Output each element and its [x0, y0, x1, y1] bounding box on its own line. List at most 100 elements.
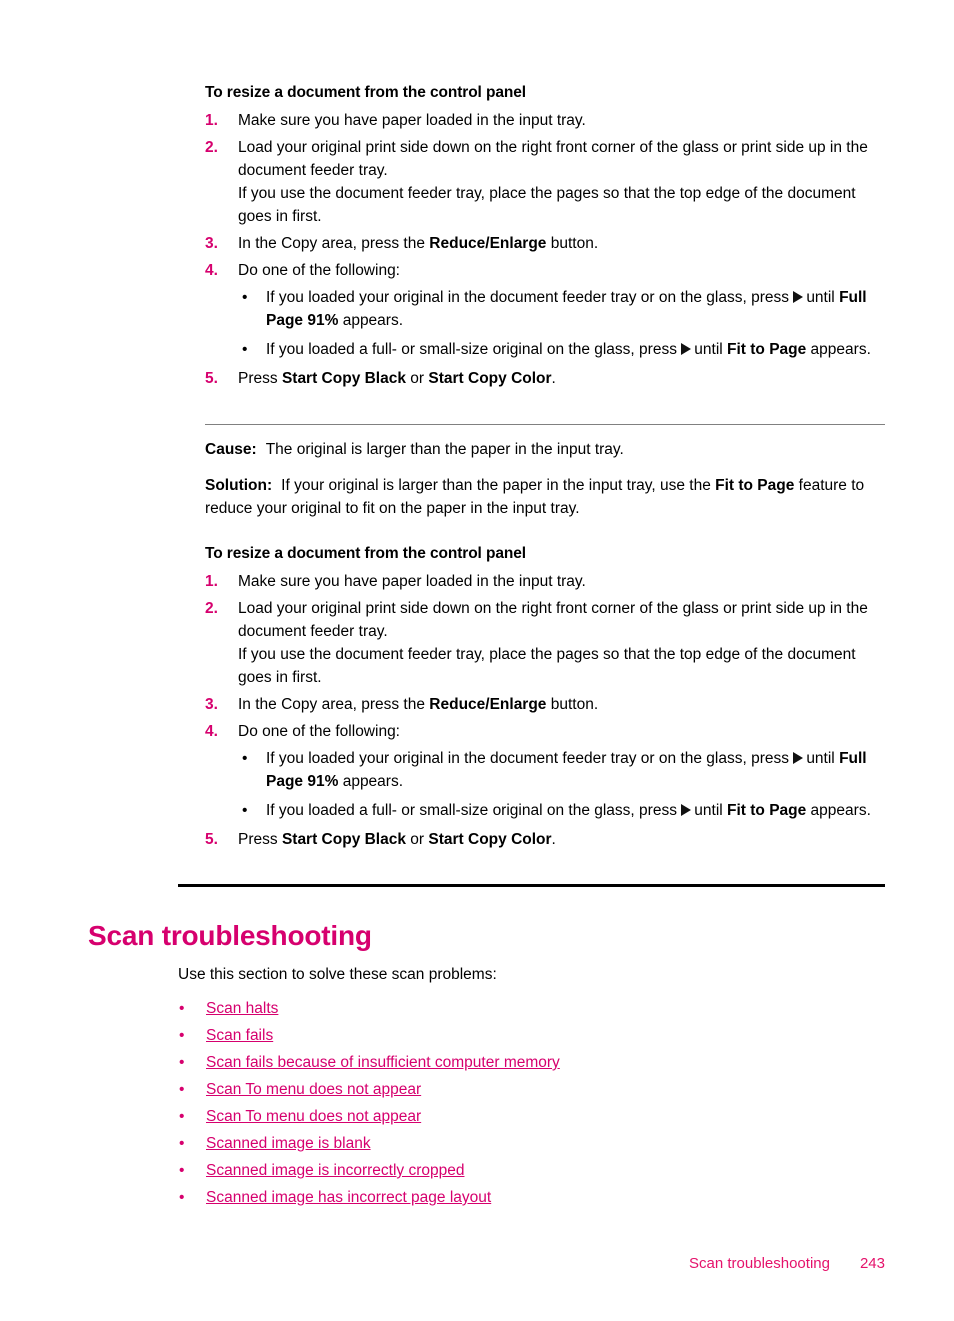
list-item: • Scan fails because of insufficient com…	[178, 1049, 878, 1076]
step-item-1: 1. Make sure you have paper loaded in th…	[205, 570, 887, 593]
step-item-3: 3. In the Copy area, press the Reduce/En…	[205, 693, 887, 716]
step-text-post: .	[551, 831, 556, 848]
sub-bullet-item: • If you loaded your original in the docu…	[238, 747, 887, 793]
step-number: 2.	[205, 139, 218, 156]
step-number: 1.	[205, 573, 218, 590]
sub-bullet-pre: If you loaded your original in the docum…	[266, 750, 794, 767]
sub-bullet-pre: If you loaded a full- or small-size orig…	[266, 341, 682, 358]
scan-problem-link-list: • Scan halts • Scan fails • Scan fails b…	[178, 995, 878, 1211]
list-item: • Scan To menu does not appear	[178, 1076, 878, 1103]
link-scan-to-menu-does-not-appear-2[interactable]: Scan To menu does not appear	[206, 1108, 421, 1125]
cause-label: Cause:	[205, 441, 257, 458]
bullet-dot-icon: •	[179, 1081, 185, 1098]
step-4-sub-bullets: • If you loaded your original in the docu…	[238, 286, 887, 361]
link-scan-fails-insufficient-memory[interactable]: Scan fails because of insufficient compu…	[206, 1054, 560, 1071]
sub-bullet-mid: until	[694, 802, 728, 819]
step-extra-text: If you use the document feeder tray, pla…	[238, 646, 856, 686]
step-number: 5.	[205, 831, 218, 848]
list-item: • Scanned image is blank	[178, 1130, 878, 1157]
right-arrow-glyph-icon	[681, 343, 692, 355]
right-arrow-glyph-icon	[681, 804, 692, 816]
step-text-pre: In the Copy area, press the	[238, 235, 430, 252]
fit-to-page-label: Fit to Page	[715, 477, 795, 494]
link-scanned-image-is-blank[interactable]: Scanned image is blank	[206, 1135, 371, 1152]
procedure-block-1: To resize a document from the control pa…	[205, 82, 887, 394]
sub-bullet-post: appears.	[338, 773, 404, 790]
solution-label: Solution:	[205, 477, 273, 494]
step-text: Make sure you have paper loaded in the i…	[238, 573, 586, 590]
step-text-pre: In the Copy area, press the	[238, 696, 430, 713]
bullet-dot-icon: •	[179, 1135, 185, 1152]
sub-bullet-post: appears.	[806, 341, 871, 358]
section-divider-thick	[178, 884, 885, 887]
link-scanned-image-incorrectly-cropped[interactable]: Scanned image is incorrectly cropped	[206, 1162, 464, 1179]
bullet-dot-icon: •	[179, 1108, 185, 1125]
procedure-steps-list: 1. Make sure you have paper loaded in th…	[205, 570, 887, 851]
step-text-post: .	[551, 370, 556, 387]
step-text-mid: or	[405, 370, 429, 387]
start-copy-color-label: Start Copy Color	[428, 370, 552, 387]
sub-bullet-post: appears.	[806, 802, 871, 819]
procedure-title: To resize a document from the control pa…	[205, 84, 526, 101]
step-item-2: 2. Load your original print side down on…	[205, 597, 887, 689]
page-title: Scan troubleshooting	[88, 920, 372, 951]
reduce-enlarge-button-label: Reduce/Enlarge	[429, 696, 547, 713]
step-text-post: button.	[546, 696, 599, 713]
link-scan-to-menu-does-not-appear-1[interactable]: Scan To menu does not appear	[206, 1081, 421, 1098]
step-number: 4.	[205, 723, 218, 740]
page-footer: Scan troubleshooting 243	[0, 1255, 885, 1272]
step-text: Load your original print side down on th…	[238, 600, 868, 640]
bullet-dot-icon: •	[179, 1162, 185, 1179]
sub-bullet-post: appears.	[338, 312, 404, 329]
cause-text: The original is larger than the paper in…	[265, 441, 624, 458]
sub-bullet-mid: until	[694, 341, 728, 358]
step-number: 2.	[205, 600, 218, 617]
step-item-4: 4. Do one of the following: • If you load…	[205, 259, 887, 361]
step-text: Do one of the following:	[238, 723, 400, 740]
step-number: 3.	[205, 235, 218, 252]
solution-text-pre: If your original is larger than the pape…	[281, 477, 716, 494]
bullet-dot-icon: •	[179, 1054, 185, 1071]
list-item: • Scanned image is incorrectly cropped	[178, 1157, 878, 1184]
section-intro-text: Use this section to solve these scan pro…	[178, 966, 497, 983]
step-text: Make sure you have paper loaded in the i…	[238, 112, 586, 129]
right-arrow-glyph-icon	[793, 752, 804, 764]
start-copy-black-label: Start Copy Black	[281, 831, 406, 848]
list-item: • Scanned image has incorrect page layou…	[178, 1184, 878, 1211]
reduce-enlarge-button-label: Reduce/Enlarge	[429, 235, 547, 252]
step-extra-text: If you use the document feeder tray, pla…	[238, 185, 856, 225]
step-item-4: 4. Do one of the following: • If you load…	[205, 720, 887, 822]
step-text-pre: Press	[238, 370, 282, 387]
step-number: 4.	[205, 262, 218, 279]
list-item: • Scan halts	[178, 995, 878, 1022]
step-item-1: 1. Make sure you have paper loaded in th…	[205, 109, 887, 132]
solution-paragraph: Solution: If your original is larger than…	[205, 474, 885, 520]
bullet-dot-icon: •	[242, 750, 248, 767]
link-scan-halts[interactable]: Scan halts	[206, 1000, 278, 1017]
list-item: • Scan To menu does not appear	[178, 1103, 878, 1130]
start-copy-color-label: Start Copy Color	[428, 831, 552, 848]
start-copy-black-label: Start Copy Black	[281, 370, 406, 387]
cause-paragraph: Cause: The original is larger than the pa…	[205, 438, 885, 461]
step-item-5: 5. Press Start Copy Black or Start Copy …	[205, 828, 887, 851]
step-4-sub-bullets: • If you loaded your original in the docu…	[238, 747, 887, 822]
bullet-dot-icon: •	[242, 341, 248, 358]
sub-bullet-item: • If you loaded your original in the docu…	[238, 286, 887, 332]
bullet-dot-icon: •	[179, 1027, 185, 1044]
link-scanned-image-incorrect-page-layout[interactable]: Scanned image has incorrect page layout	[206, 1189, 491, 1206]
bullet-dot-icon: •	[242, 802, 248, 819]
step-text-pre: Press	[238, 831, 282, 848]
procedure-block-2: To resize a document from the control pa…	[205, 543, 887, 855]
footer-page-number: 243	[859, 1255, 885, 1272]
fit-to-page-label: Fit to Page	[727, 341, 807, 358]
document-page: To resize a document from the control pa…	[0, 0, 954, 1321]
link-scan-fails[interactable]: Scan fails	[206, 1027, 273, 1044]
procedure-steps-list: 1. Make sure you have paper loaded in th…	[205, 109, 887, 390]
procedure-title: To resize a document from the control pa…	[205, 545, 526, 562]
step-text-mid: or	[405, 831, 429, 848]
step-item-2: 2. Load your original print side down on…	[205, 136, 887, 228]
cause-solution-block: Cause: The original is larger than the pa…	[205, 438, 885, 533]
bullet-dot-icon: •	[179, 1000, 185, 1017]
step-number: 3.	[205, 696, 218, 713]
sub-bullet-item: • If you loaded a full- or small-size ori…	[238, 799, 887, 822]
